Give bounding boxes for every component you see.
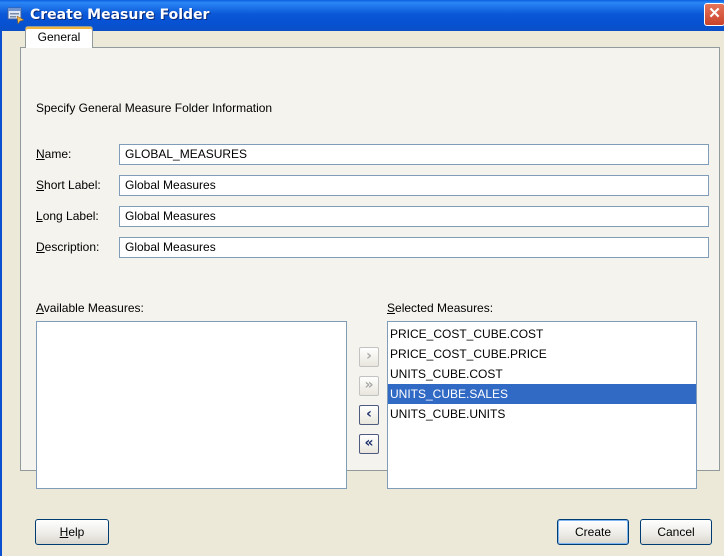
short-label-label: Short Label: [36, 178, 101, 192]
chevron-right-icon: › [366, 348, 372, 364]
name-label-text: ame: [44, 147, 72, 161]
long-label-text: ong Label: [42, 209, 99, 223]
form-intro-text: Specify General Measure Folder Informati… [36, 101, 273, 115]
tab-general[interactable]: General [25, 26, 93, 48]
close-icon: ✕ [708, 5, 721, 22]
selected-measure-item[interactable]: PRICE_COST_CUBE.PRICE [388, 344, 696, 364]
short-label-input[interactable]: Global Measures [119, 175, 709, 196]
move-all-right-button[interactable]: » [359, 376, 379, 396]
selected-measure-item[interactable]: UNITS_CUBE.SALES [388, 384, 696, 404]
long-label-mnemonic: L [36, 209, 43, 223]
move-right-button[interactable]: › [359, 347, 379, 367]
selected-measures-label: Selected Measures: [387, 301, 493, 315]
available-measures-list[interactable] [36, 321, 347, 489]
selected-measure-item[interactable]: UNITS_CUBE.COST [388, 364, 696, 384]
description-label: Description: [36, 240, 99, 254]
double-chevron-left-icon: « [364, 435, 374, 451]
name-input[interactable]: GLOBAL_MEASURES [119, 144, 709, 165]
description-label-text: escription: [44, 240, 100, 254]
double-chevron-right-icon: » [364, 377, 374, 393]
selected-measures-list[interactable]: PRICE_COST_CUBE.COST PRICE_COST_CUBE.PRIC… [387, 321, 697, 489]
tab-general-label: General [37, 30, 81, 44]
name-label-mnemonic: N [36, 147, 45, 161]
short-label-mnemonic: S [36, 178, 45, 192]
description-input[interactable]: Global Measures [119, 237, 709, 258]
selected-measure-item[interactable]: PRICE_COST_CUBE.COST [388, 324, 696, 344]
long-label-input[interactable]: Global Measures [119, 206, 709, 227]
available-measures-mnemonic: A [36, 301, 44, 315]
long-label-label: Long Label: [36, 209, 99, 223]
selected-measures-label-text: elected Measures: [395, 301, 494, 315]
chevron-left-icon: ‹ [366, 406, 372, 422]
short-label-text: hort Label: [44, 178, 101, 192]
close-button[interactable]: ✕ [704, 3, 724, 26]
cancel-button[interactable]: Cancel [640, 519, 712, 545]
move-left-button[interactable]: ‹ [359, 405, 379, 425]
help-label: elp [68, 525, 85, 539]
create-button[interactable]: Create [557, 519, 629, 545]
available-measures-label-text: vailable Measures: [43, 301, 144, 315]
selected-measures-mnemonic: S [387, 301, 396, 315]
available-measures-label: Available Measures: [36, 301, 144, 315]
move-all-left-button[interactable]: « [359, 434, 379, 454]
description-mnemonic: D [36, 240, 45, 254]
window-title: Create Measure Folder [30, 7, 210, 23]
title-bar[interactable]: Create Measure Folder ✕ [0, 0, 724, 31]
name-label: Name: [36, 147, 71, 161]
app-icon [7, 7, 25, 24]
selected-measure-item[interactable]: UNITS_CUBE.UNITS [388, 404, 696, 424]
help-button[interactable]: Help [35, 519, 109, 545]
